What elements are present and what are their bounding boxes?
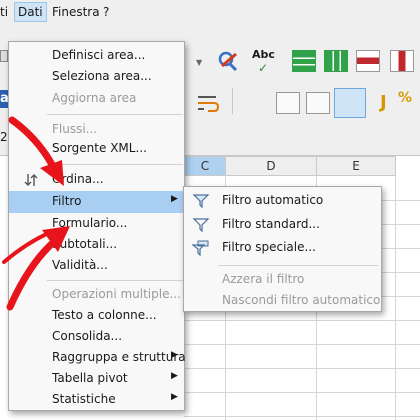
column-header-c[interactable]: C [184, 156, 226, 176]
annotation-arrows-icon [2, 116, 70, 311]
align-center-icon[interactable] [306, 92, 330, 114]
menu-item-consolida[interactable]: Consolida... [9, 326, 184, 348]
submenu-item-filtro-standard[interactable]: Filtro standard... [184, 214, 381, 236]
submenu-item-azzera-filtro: Azzera il filtro [222, 272, 305, 286]
filtro-submenu: Filtro automatico Filtro standard... Fil… [183, 186, 382, 312]
submenu-item-nascondi-filtro-automatico: Nascondi filtro automatico [222, 293, 381, 307]
standard-filter-icon [192, 218, 210, 233]
delete-rows-icon[interactable] [356, 50, 380, 72]
align-bottom-icon[interactable] [334, 88, 366, 118]
spellcheck-icon[interactable]: Abc ✓ [250, 48, 280, 75]
menu-item-raggruppa-e-struttura[interactable]: Raggruppa e struttura ▶ [9, 347, 186, 369]
wrap-text-icon[interactable] [196, 92, 220, 114]
column-header-e[interactable]: E [316, 156, 396, 176]
currency-format-icon[interactable]: J [380, 92, 387, 113]
column-header-d[interactable]: D [225, 156, 317, 176]
delete-columns-icon[interactable] [390, 50, 414, 72]
insert-rows-icon[interactable] [292, 50, 316, 72]
menu-finestra[interactable]: Finestra [52, 4, 100, 20]
menu-item-aggiorna-area: Aggiorna area [52, 91, 137, 105]
submenu-arrow-icon: ▶ [171, 350, 178, 360]
toolbar-gap [0, 24, 420, 36]
menu-bar: ti Dati Finestra ? [0, 0, 420, 24]
special-filter-icon [192, 240, 209, 256]
submenu-arrow-icon: ▶ [171, 371, 178, 381]
menu-dati[interactable]: Dati [14, 2, 47, 22]
dropdown-arrow-icon[interactable]: ▼ [196, 58, 202, 67]
menu-item-tabella-pivot[interactable]: Tabella pivot ▶ [9, 368, 184, 390]
menu-partial-label[interactable]: ti [0, 4, 8, 20]
menu-item-definisci-area[interactable]: Definisci area... [9, 45, 184, 67]
insert-columns-icon[interactable] [324, 50, 348, 72]
autofilter-icon [192, 194, 210, 209]
menu-item-seleziona-area[interactable]: Seleziona area... [9, 66, 184, 88]
submenu-arrow-icon: ▶ [171, 194, 178, 204]
submenu-item-filtro-automatico[interactable]: Filtro automatico [184, 190, 381, 212]
percent-format-icon[interactable]: % [398, 90, 412, 106]
paste-icon[interactable] [0, 50, 8, 62]
menu-item-statistiche[interactable]: Statistiche ▶ [9, 389, 184, 411]
submenu-arrow-icon: ▶ [171, 392, 178, 402]
menu-help[interactable]: ? [103, 4, 109, 20]
find-replace-icon[interactable] [216, 50, 240, 72]
menu-separator [218, 265, 378, 266]
submenu-item-filtro-speciale[interactable]: Filtro speciale... [184, 237, 381, 259]
align-top-icon[interactable] [276, 92, 300, 114]
